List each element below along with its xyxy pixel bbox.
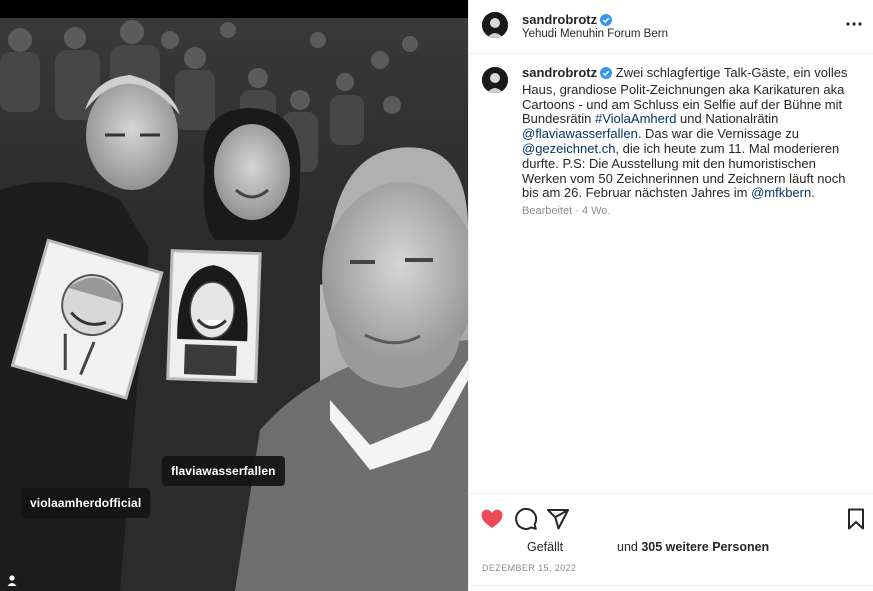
- comment-bubble-icon: [515, 507, 538, 530]
- mention-link-flavia[interactable]: @flaviawasserfallen: [522, 126, 638, 141]
- caption-avatar[interactable]: [482, 67, 508, 93]
- user-tag-viola[interactable]: violaamherdofficial: [21, 488, 151, 518]
- share-button[interactable]: [546, 507, 570, 531]
- comment-button[interactable]: [514, 507, 538, 531]
- heart-filled-icon: [481, 509, 503, 528]
- person-icon: [7, 575, 17, 586]
- avatar-icon: [482, 67, 508, 93]
- mention-link-mfkbern[interactable]: @mfkbern: [751, 185, 811, 200]
- caption-text: . Das war die Vernissage zu: [637, 126, 799, 142]
- caption-meta: Bearbeitet · 4 Wo.: [522, 205, 610, 217]
- likes-count[interactable]: und 305 weitere Personen: [617, 540, 769, 554]
- hashtag-link[interactable]: #ViolaAmherd: [595, 111, 676, 126]
- mention-link-gezeichnet[interactable]: @gezeichnet.ch: [522, 141, 615, 156]
- post-details: sandrobrotz Yehudi Menuhin Forum Bern sa…: [468, 0, 873, 591]
- post-caption: sandrobrotz Zwei schlagfertige Talk-Gäst…: [522, 65, 862, 201]
- actions-section: Gefällt und 305 weitere Personen DEZEMBE…: [469, 493, 873, 591]
- post-photo[interactable]: flaviawasserfallen violaamherdofficial: [0, 0, 468, 591]
- user-tag-flavia[interactable]: flaviawasserfallen: [162, 456, 285, 486]
- post-age[interactable]: 4 Wo.: [582, 205, 611, 217]
- verified-badge-icon: [600, 67, 613, 83]
- post-date[interactable]: DEZEMBER 15, 2022: [482, 563, 576, 573]
- avatar-icon: [482, 12, 508, 38]
- profile-avatar[interactable]: [482, 12, 508, 38]
- header-username[interactable]: sandrobrotz: [522, 12, 597, 27]
- likes-and-text: und: [617, 540, 642, 554]
- caption-username[interactable]: sandrobrotz: [522, 65, 597, 80]
- more-options-button[interactable]: [844, 16, 864, 32]
- post-header: sandrobrotz Yehudi Menuhin Forum Bern: [469, 0, 873, 54]
- location-link[interactable]: Yehudi Menuhin Forum Bern: [522, 28, 668, 40]
- like-button[interactable]: [480, 507, 504, 531]
- edited-label: Bearbeitet: [522, 205, 573, 217]
- caption-text: .: [811, 185, 815, 201]
- caption-text: und Nationalrätin: [676, 111, 779, 127]
- meta-separator: ·: [572, 205, 582, 217]
- paper-plane-icon: [547, 509, 569, 530]
- divider: [469, 585, 873, 586]
- bookmark-icon: [848, 508, 864, 530]
- photo-top-bar: [0, 0, 468, 18]
- tagged-users-button[interactable]: [6, 574, 30, 591]
- more-horizontal-icon: [846, 22, 862, 26]
- likes-others-link[interactable]: 305 weitere Personen: [641, 540, 769, 554]
- save-button[interactable]: [844, 507, 868, 531]
- liked-by-label: Gefällt: [527, 540, 564, 554]
